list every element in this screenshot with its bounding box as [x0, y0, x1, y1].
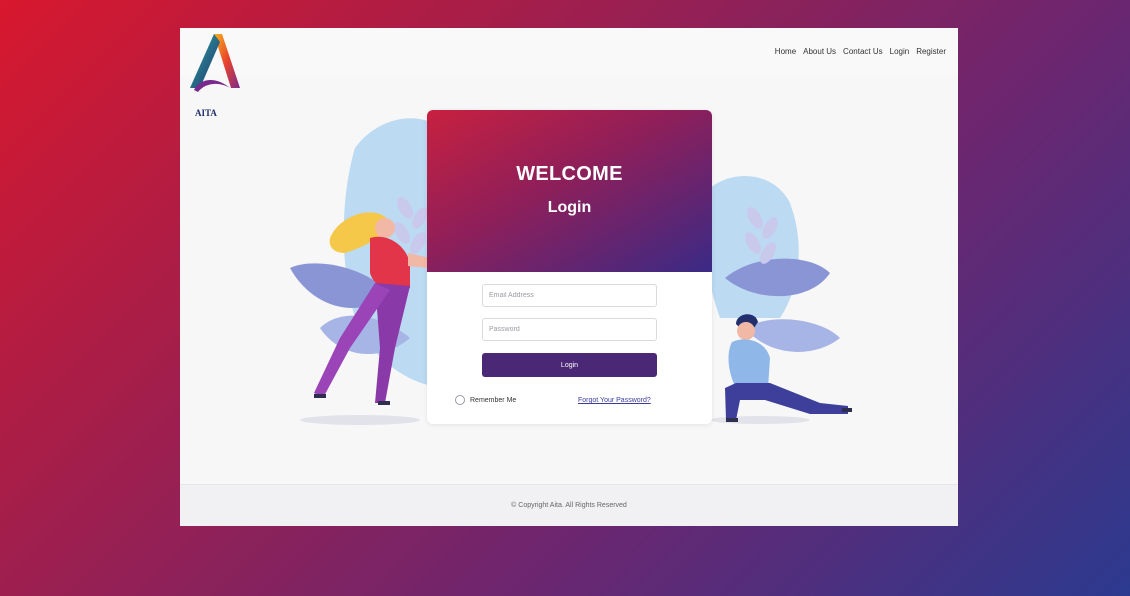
remember-radio-icon[interactable]	[455, 395, 465, 405]
email-input[interactable]	[482, 284, 657, 307]
card-header: WELCOME Login	[427, 110, 712, 272]
login-heading: Login	[547, 199, 592, 216]
browser-page: AITA Home About Us Contact Us Login Regi…	[180, 28, 958, 526]
login-card: WELCOME Login Login Remember Me Forgot Y…	[427, 110, 712, 424]
ground-shadow-left	[300, 415, 420, 425]
login-button[interactable]: Login	[482, 353, 657, 377]
forgot-password-link[interactable]: Forgot Your Password?	[578, 397, 651, 404]
remember-me-control[interactable]: Remember Me	[455, 395, 516, 405]
footer: © Copyright Aita. All Rights Reserved	[180, 484, 958, 526]
copyright-text: © Copyright Aita. All Rights Reserved	[511, 502, 627, 509]
password-input[interactable]	[482, 318, 657, 341]
welcome-heading: WELCOME	[516, 163, 623, 185]
remember-me-label: Remember Me	[470, 396, 517, 404]
